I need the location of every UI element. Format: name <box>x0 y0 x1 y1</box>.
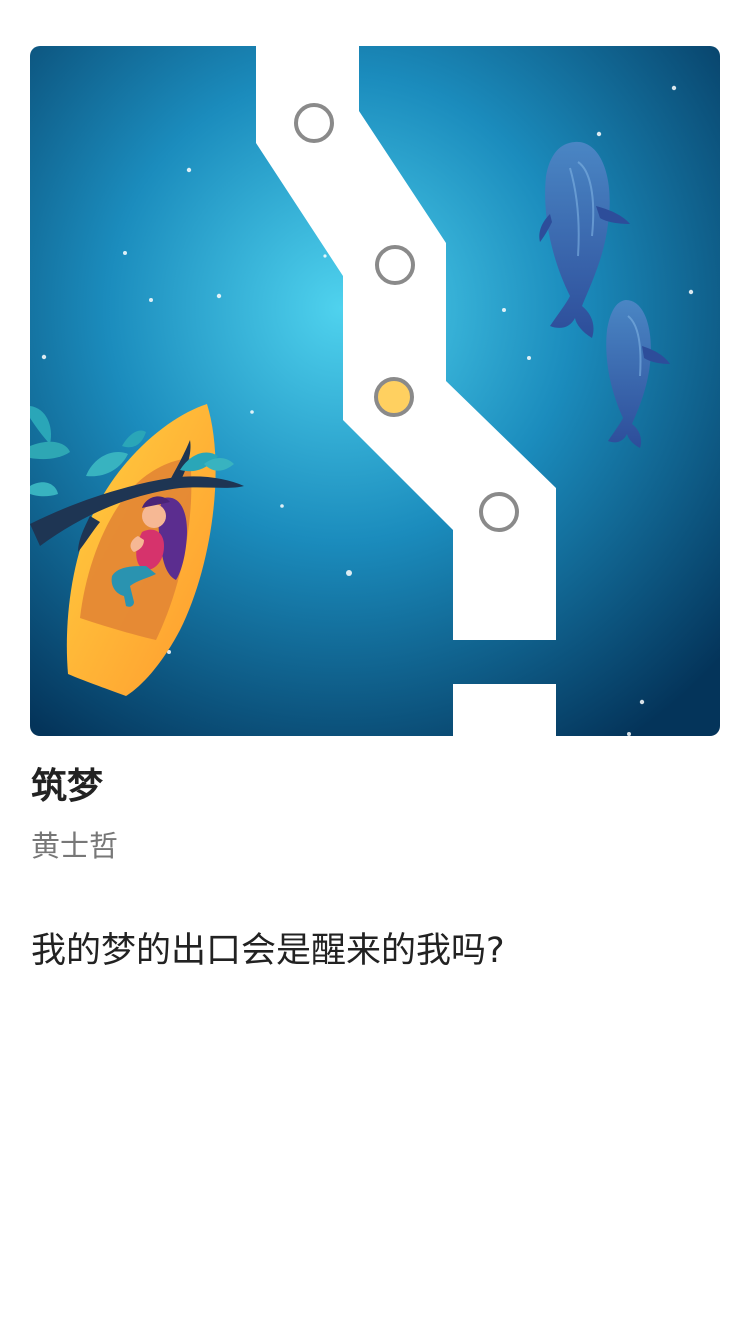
level-node-active-icon[interactable] <box>374 377 414 417</box>
level-node-icon[interactable] <box>375 245 415 285</box>
game-tagline: 我的梦的出口会是醒来的我吗? <box>31 931 505 971</box>
level-node-icon[interactable] <box>479 492 519 532</box>
game-author[interactable]: 黄士哲 <box>31 826 118 866</box>
game-cover-art[interactable] <box>30 46 720 736</box>
game-title: 筑梦 <box>31 766 104 807</box>
level-node-icon[interactable] <box>294 103 334 143</box>
